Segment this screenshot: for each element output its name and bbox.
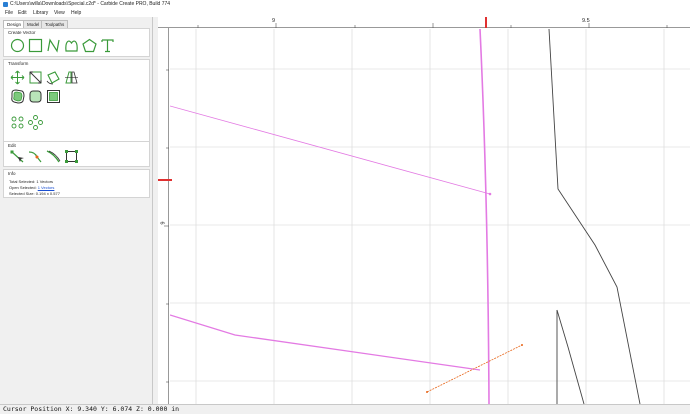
section-title-create-vector: Create Vector — [8, 30, 36, 35]
selected-vector-node[interactable] — [488, 192, 492, 196]
cursor-x-marker — [485, 17, 487, 28]
section-title-info: Info — [8, 171, 16, 176]
move-icon[interactable] — [9, 70, 26, 85]
trim-icon[interactable] — [45, 149, 62, 164]
title-bar: C:\Users\willa\Downloads\Special.c2d* - … — [0, 0, 690, 9]
selected-vector[interactable] — [170, 105, 491, 195]
vector-path[interactable] — [556, 309, 585, 404]
open-selected-label: Open Selected: — [9, 185, 37, 190]
tab-design[interactable]: Design — [3, 20, 26, 28]
menu-edit[interactable]: Edit — [18, 9, 27, 17]
menu-help[interactable]: Help — [71, 9, 81, 17]
text-icon[interactable] — [99, 38, 116, 53]
info-total-selected: Total Selected: 1 Vectors — [9, 179, 53, 184]
cursor-position-text: Cursor Position X: 9.340 Y: 6.074 Z: 0.0… — [3, 405, 180, 413]
selected-size-value: 0.194 x 0.577 — [35, 191, 60, 196]
status-bar: Cursor Position X: 9.340 Y: 6.074 Z: 0.0… — [0, 404, 690, 414]
grid — [170, 29, 690, 404]
array-icon[interactable] — [9, 115, 26, 130]
fillet-icon[interactable] — [27, 89, 44, 104]
window-title: C:\Users\willa\Downloads\Special.c2d* - … — [10, 1, 171, 7]
node-edit-icon[interactable] — [9, 149, 26, 164]
total-selected-label: Total Selected: — [9, 179, 36, 184]
toolpath-node — [426, 391, 428, 393]
mirror-icon[interactable] — [63, 70, 80, 85]
menu-view[interactable]: View — [54, 9, 65, 17]
ruler-label-9: 9 — [272, 18, 276, 24]
menu-library[interactable]: Library — [33, 9, 48, 17]
scale-icon[interactable] — [27, 70, 44, 85]
section-title-transform: Transform — [8, 61, 29, 66]
offset-icon[interactable] — [9, 89, 26, 104]
open-selected-link[interactable]: 1 Vectors — [38, 185, 55, 190]
create-vector-section: Create Vector — [3, 28, 150, 57]
info-selected-size: Selected Size: 0.194 x 0.577 — [9, 191, 60, 196]
selected-vector[interactable] — [170, 314, 481, 371]
curve-icon[interactable] — [63, 38, 80, 53]
rotate-icon[interactable] — [45, 70, 62, 85]
toolpath-node — [521, 344, 523, 346]
info-section: Info Total Selected: 1 Vectors Open Sele… — [3, 169, 150, 198]
join-icon[interactable] — [27, 149, 44, 164]
total-selected-value: 1 Vectors — [36, 179, 54, 184]
drawing-canvas[interactable] — [170, 29, 690, 404]
menu-file[interactable]: File — [5, 9, 13, 17]
polyline-icon[interactable] — [45, 38, 62, 53]
polygon-icon[interactable] — [81, 38, 98, 53]
horizontal-ruler: 9 9.5 — [158, 17, 690, 28]
edit-section: Edit — [3, 141, 150, 167]
boolean-icon[interactable] — [45, 89, 62, 104]
selected-vector[interactable] — [479, 29, 490, 404]
bounding-box-icon[interactable] — [63, 149, 80, 164]
circle-icon[interactable] — [9, 38, 26, 53]
ruler-label-6: 6 — [158, 221, 165, 225]
section-title-edit: Edit — [8, 143, 16, 148]
info-open-selected: Open Selected: 1 Vectors — [9, 185, 54, 190]
left-panel: Design Model Toolpaths Create Vector Tra… — [0, 17, 153, 404]
app-logo-icon — [3, 2, 8, 7]
circular-array-icon[interactable] — [27, 115, 44, 130]
ruler-label-9-5: 9.5 — [582, 18, 590, 24]
menu-bar: File Edit Library View Help — [0, 9, 690, 17]
app-window: C:\Users\willa\Downloads\Special.c2d* - … — [0, 0, 690, 414]
selected-size-label: Selected Size: — [9, 191, 35, 196]
vertical-ruler: 6 — [158, 28, 169, 404]
tab-toolpaths[interactable]: Toolpaths — [41, 20, 69, 28]
rectangle-icon[interactable] — [27, 38, 44, 53]
design-canvas-area: 9 9.5 6 — [158, 17, 690, 404]
vector-path[interactable] — [548, 29, 641, 404]
